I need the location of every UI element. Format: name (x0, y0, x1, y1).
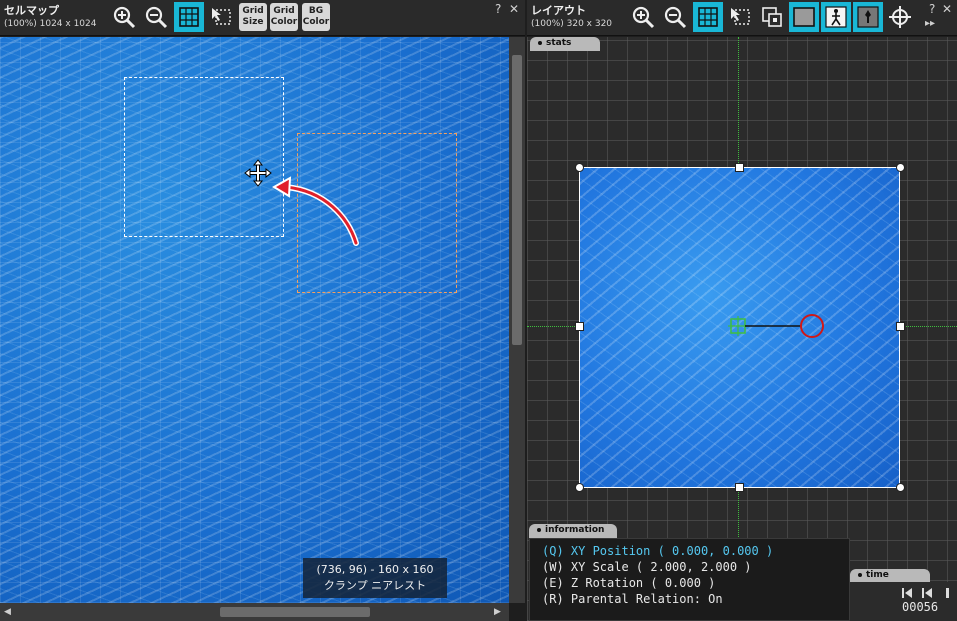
info-parental-relation[interactable]: (R) Parental Relation: On (542, 591, 849, 607)
information-panel: (Q) XY Position ( 0.000, 0.000 ) (W) XY … (529, 538, 850, 621)
time-value: 00056 (902, 600, 939, 614)
scroll-right-icon[interactable]: ▶ (494, 607, 501, 617)
handle-top-right[interactable] (896, 163, 905, 172)
grid-color-label-1: Grid (273, 6, 295, 16)
zoom-out-button[interactable] (141, 2, 171, 32)
grid-icon (698, 7, 718, 27)
app-window: セルマップ (100%) 1024 x 1024 Grid Size Grid … (0, 0, 957, 621)
layout-title: レイアウト (531, 4, 586, 17)
layout-size: (100%) 320 x 320 (531, 19, 613, 29)
scroll-left-icon[interactable]: ◀ (4, 607, 11, 617)
pivot-rotation-gizmo[interactable] (727, 312, 827, 342)
information-tab-label: information (545, 525, 605, 535)
time-tab-label: time (866, 570, 889, 580)
select-tool-button[interactable] (206, 2, 236, 32)
info-xy-scale[interactable]: (W) XY Scale ( 2.000, 2.000 ) (542, 559, 849, 575)
select-cursor-icon (731, 8, 750, 25)
more-icon[interactable]: ▸▸ (925, 18, 935, 29)
marker-toggle-button[interactable] (853, 2, 883, 32)
zoom-out-icon (145, 6, 168, 29)
grid-icon (179, 7, 199, 27)
help-button[interactable]: ? (495, 2, 501, 16)
info-z-rotation[interactable]: (E) Z Rotation ( 0.000 ) (542, 575, 849, 591)
playback-controls (902, 588, 949, 598)
cellmap-horizontal-scrollbar[interactable]: ◀ ▶ (0, 603, 509, 621)
info-xy-position[interactable]: (Q) XY Position ( 0.000, 0.000 ) (542, 543, 849, 559)
handle-top-left[interactable] (575, 163, 584, 172)
close-button[interactable]: ✕ (509, 2, 519, 16)
bg-color-label-2: Color (302, 17, 330, 27)
tooltip-mode: クランプ ニアレスト (323, 579, 427, 592)
cellmap-canvas[interactable]: (736, 96) - 160 x 160 クランプ ニアレスト (0, 37, 509, 603)
grid-size-label-2: Size (242, 17, 264, 27)
layout-header: レイアウト (100%) 320 x 320 ? ✕ ▸▸ (527, 0, 957, 36)
handle-right[interactable] (896, 322, 905, 331)
layer-button[interactable] (757, 2, 787, 32)
prev-frame-icon[interactable] (922, 588, 932, 598)
time-tab[interactable]: time (850, 569, 930, 583)
cellmap-size: (100%) 1024 x 1024 (4, 19, 97, 29)
vertical-scroll-thumb[interactable] (512, 55, 522, 345)
handle-bottom[interactable] (735, 483, 744, 492)
frame-icon (793, 7, 815, 27)
layout-zoom-out-button[interactable] (660, 2, 690, 32)
information-tab[interactable]: information (529, 524, 617, 538)
tab-dot-icon (538, 40, 542, 45)
layout-close-button[interactable]: ✕ (942, 2, 952, 16)
frame-toggle-button[interactable] (789, 2, 819, 32)
cell-tooltip: (736, 96) - 160 x 160 クランプ ニアレスト (303, 558, 447, 598)
layout-zoom-in-button[interactable] (628, 2, 658, 32)
bg-color-label-1: BG (308, 6, 324, 16)
cellmap-vertical-scrollbar[interactable] (509, 37, 525, 603)
marker-icon (857, 6, 879, 28)
handle-bottom-left[interactable] (575, 483, 584, 492)
layer-icon (762, 7, 782, 27)
zoom-in-button[interactable] (109, 2, 139, 32)
tab-dot-icon (537, 527, 541, 532)
layout-select-tool-button[interactable] (725, 2, 755, 32)
crosshair-icon (889, 6, 911, 28)
center-button[interactable] (885, 2, 915, 32)
layout-help-button[interactable]: ? (929, 2, 935, 16)
first-frame-icon[interactable] (902, 588, 912, 598)
stats-tab-label: stats (546, 38, 572, 48)
grid-size-label-1: Grid (242, 6, 264, 16)
tooltip-coords: (736, 96) - 160 x 160 (316, 563, 434, 576)
layout-grid-toggle-button[interactable] (693, 2, 723, 32)
drag-arrow-icon (272, 176, 359, 246)
character-toggle-button[interactable] (821, 2, 851, 32)
grid-toggle-button[interactable] (174, 2, 204, 32)
person-icon (825, 6, 847, 28)
zoom-in-icon (632, 6, 655, 29)
bg-color-button[interactable]: BG Color (302, 3, 330, 31)
grid-color-button[interactable]: Grid Color (270, 3, 298, 31)
select-cursor-icon (212, 8, 231, 25)
stats-tab[interactable]: stats (530, 37, 600, 51)
tab-dot-icon (858, 572, 862, 577)
handle-left[interactable] (575, 322, 584, 331)
zoom-out-icon (664, 6, 687, 29)
zoom-in-icon (113, 6, 136, 29)
next-frame-icon[interactable] (946, 588, 949, 598)
cellmap-header: セルマップ (100%) 1024 x 1024 Grid Size Grid … (0, 0, 525, 36)
handle-bottom-right[interactable] (896, 483, 905, 492)
cellmap-title: セルマップ (4, 4, 59, 17)
horizontal-scroll-thumb[interactable] (220, 607, 370, 617)
grid-color-label-2: Color (270, 17, 298, 27)
handle-top[interactable] (735, 163, 744, 172)
grid-size-button[interactable]: Grid Size (239, 3, 267, 31)
